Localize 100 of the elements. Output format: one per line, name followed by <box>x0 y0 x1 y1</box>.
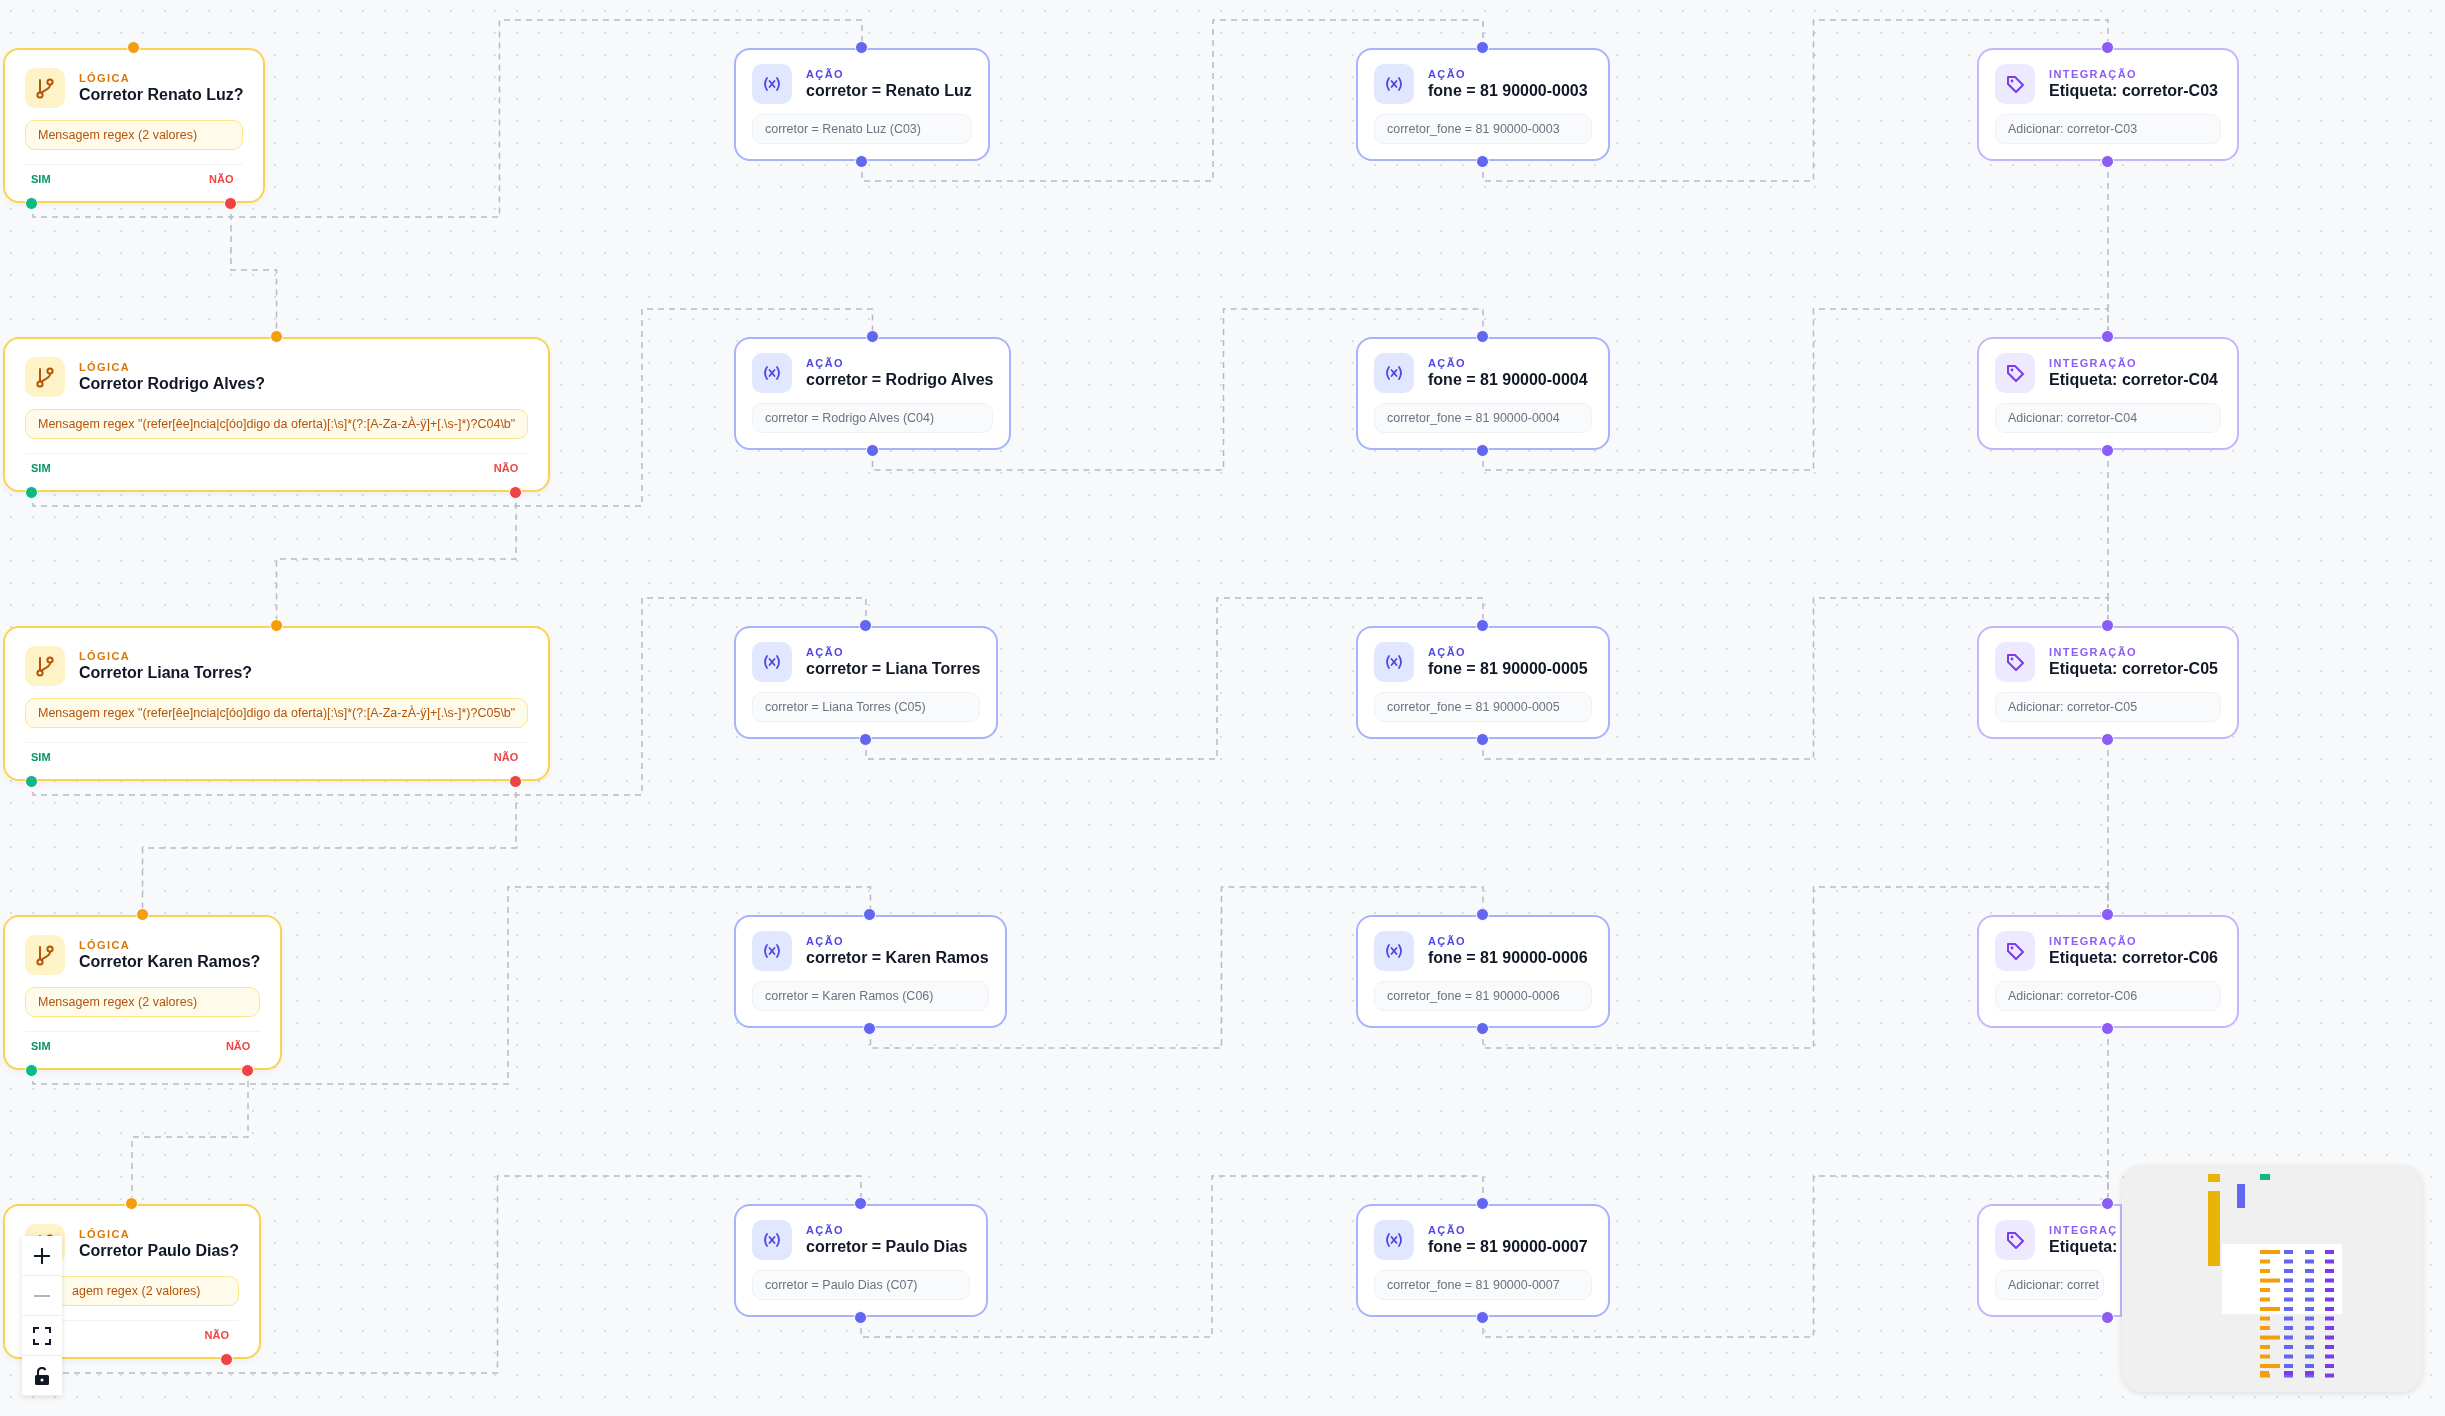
unlock-icon <box>34 1366 50 1385</box>
action-node[interactable]: AÇÃO fone = 81 90000-0003 corretor_fone = 81 90000-0003 <box>1356 48 1610 161</box>
node-category: AÇÃO <box>1428 68 1467 80</box>
node-category: AÇÃO <box>1428 357 1467 369</box>
node-title: fone = 81 90000-0004 <box>1428 371 1588 389</box>
detail-chip: Adicionar: corret <box>1995 1270 2104 1300</box>
fit-view-button[interactable] <box>22 1316 62 1356</box>
condition-chip: Mensagem regex "(refer[êe]ncia|c[óo]digo da oferta)[:\s]*(?:[A-Za-zÀ-ÿ]+[.\s-]*)?C05\b" <box>25 698 529 728</box>
node-title: Corretor Paulo Dias? <box>79 1242 240 1260</box>
condition-node[interactable]: LÓGICA Corretor Rodrigo Alves? Mensagem regex "(refer[êe]ncia|c[óo]digo da oferta)[:\s]*(?:[A-Za-zÀ-ÿ]+[.\s-]*)?C04\b" SIM NÃO <box>3 337 551 492</box>
detail-chip: corretor = Liana Torres (C05) <box>752 692 981 722</box>
detail-chip: corretor = Rodrigo Alves (C04) <box>752 403 994 433</box>
variable-icon <box>752 1220 792 1260</box>
node-title: corretor = Rodrigo Alves <box>806 371 994 389</box>
condition-node[interactable]: LÓGICA Corretor Renato Luz? Mensagem regex (2 valores) SIM NÃO <box>3 48 266 203</box>
integration-node[interactable]: INTEGRAÇÃO Etiqueta: corretor-C04 Adicionar: corretor-C04 <box>1977 337 2239 450</box>
no-label: NÃO <box>204 1329 230 1341</box>
yes-label: SIM <box>31 1040 51 1052</box>
condition-chip: Mensagem regex "(refer[êe]ncia|c[óo]digo da oferta)[:\s]*(?:[A-Za-zÀ-ÿ]+[.\s-]*)?C04\b" <box>25 409 529 439</box>
branch-icon <box>25 646 65 686</box>
condition-chip: Mensagem regex (2 valores) <box>25 120 244 150</box>
detail-chip: corretor_fone = 81 90000-0005 <box>1374 692 1592 722</box>
node-title: fone = 81 90000-0006 <box>1428 949 1588 967</box>
node-title: Etiqueta: corretor-C05 <box>2049 660 2218 678</box>
node-category: LÓGICA <box>79 72 132 84</box>
variable-icon <box>752 353 792 393</box>
variable-icon <box>1374 1220 1414 1260</box>
node-category: AÇÃO <box>1428 935 1467 947</box>
tag-icon <box>1995 353 2035 393</box>
yes-label: SIM <box>31 751 51 763</box>
node-category: LÓGICA <box>79 1228 132 1240</box>
node-title: Etiqueta: corretor-C03 <box>2049 82 2218 100</box>
action-node[interactable]: AÇÃO corretor = Karen Ramos corretor = Karen Ramos (C06) <box>734 915 1007 1028</box>
node-title: fone = 81 90000-0007 <box>1428 1238 1588 1256</box>
node-category: LÓGICA <box>79 650 132 662</box>
node-title: corretor = Paulo Dias <box>806 1238 968 1256</box>
action-node[interactable]: AÇÃO fone = 81 90000-0005 corretor_fone = 81 90000-0005 <box>1356 626 1610 739</box>
yes-label: SIM <box>31 462 51 474</box>
node-category: LÓGICA <box>79 361 132 373</box>
variable-icon <box>752 642 792 682</box>
node-category: AÇÃO <box>1428 1224 1467 1236</box>
node-title: Etiqueta: corretor-C06 <box>2049 949 2218 967</box>
fit-view-icon <box>33 1326 51 1345</box>
node-title: corretor = Karen Ramos <box>806 949 989 967</box>
node-category: LÓGICA <box>79 939 132 951</box>
integration-node[interactable]: INTEGRAÇÃO Etiqueta: corretor-C03 Adicionar: corretor-C03 <box>1977 48 2239 161</box>
action-node[interactable]: AÇÃO corretor = Paulo Dias corretor = Paulo Dias (C07) <box>734 1204 988 1317</box>
detail-chip: corretor_fone = 81 90000-0006 <box>1374 981 1592 1011</box>
detail-chip: corretor_fone = 81 90000-0003 <box>1374 114 1592 144</box>
node-category: AÇÃO <box>1428 646 1467 658</box>
variable-icon <box>1374 931 1414 971</box>
no-label: NÃO <box>225 1040 251 1052</box>
detail-chip: corretor_fone = 81 90000-0007 <box>1374 1270 1592 1300</box>
tag-icon <box>1995 642 2035 682</box>
node-category: AÇÃO <box>806 1224 845 1236</box>
minimap[interactable] <box>2122 1166 2422 1392</box>
condition-node[interactable]: LÓGICA Corretor Liana Torres? Mensagem regex "(refer[êe]ncia|c[óo]digo da oferta)[:\s]*(?:[A-Za-zÀ-ÿ]+[.\s-]*)?C05\b" SIM NÃO <box>3 626 551 781</box>
plus-icon <box>32 1245 52 1266</box>
node-title: Corretor Karen Ramos? <box>79 953 261 971</box>
integration-node[interactable]: INTEGRAÇÃO Etiqueta: corretor-C05 Adicionar: corretor-C05 <box>1977 626 2239 739</box>
action-node[interactable]: AÇÃO corretor = Liana Torres corretor = Liana Torres (C05) <box>734 626 999 739</box>
condition-chip: Mensagem regex (2 valores) <box>25 987 261 1017</box>
detail-chip: corretor = Paulo Dias (C07) <box>752 1270 970 1300</box>
detail-chip: Adicionar: corretor-C06 <box>1995 981 2221 1011</box>
lock-button[interactable] <box>22 1356 62 1396</box>
node-title: corretor = Liana Torres <box>806 660 981 678</box>
action-node[interactable]: AÇÃO fone = 81 90000-0006 corretor_fone = 81 90000-0006 <box>1356 915 1610 1028</box>
variable-icon <box>752 931 792 971</box>
node-category: INTEGRAÇÃO <box>2049 646 2138 658</box>
integration-node[interactable]: INTEGRAÇÃO Etiqueta: corretor-C06 Adicionar: corretor-C06 <box>1977 915 2239 1028</box>
action-node[interactable]: AÇÃO corretor = Renato Luz corretor = Renato Luz (C03) <box>734 48 990 161</box>
tag-icon <box>1995 1220 2035 1260</box>
node-title: fone = 81 90000-0003 <box>1428 82 1588 100</box>
no-label: NÃO <box>493 751 519 763</box>
detail-chip: corretor = Renato Luz (C03) <box>752 114 972 144</box>
no-label: NÃO <box>493 462 519 474</box>
node-category: AÇÃO <box>806 935 845 947</box>
detail-chip: corretor_fone = 81 90000-0004 <box>1374 403 1592 433</box>
variable-icon <box>1374 64 1414 104</box>
action-node[interactable]: AÇÃO corretor = Rodrigo Alves corretor = Rodrigo Alves (C04) <box>734 337 1012 450</box>
detail-chip: Adicionar: corretor-C04 <box>1995 403 2221 433</box>
node-title: Corretor Liana Torres? <box>79 664 253 682</box>
node-title: corretor = Renato Luz <box>806 82 972 100</box>
zoom-controls-menu[interactable] <box>22 1236 62 1396</box>
detail-chip: corretor = Karen Ramos (C06) <box>752 981 989 1011</box>
node-category: INTEGRAÇÃO <box>2049 68 2138 80</box>
zoom-in-button[interactable] <box>22 1236 62 1276</box>
tag-icon <box>1995 931 2035 971</box>
variable-icon <box>1374 353 1414 393</box>
node-title: Etiqueta: <box>2049 1238 2118 1256</box>
action-node[interactable]: AÇÃO fone = 81 90000-0007 corretor_fone = 81 90000-0007 <box>1356 1204 1610 1317</box>
condition-node[interactable]: LÓGICA Corretor Karen Ramos? Mensagem regex (2 valores) SIM NÃO <box>3 915 283 1070</box>
detail-chip: Adicionar: corretor-C05 <box>1995 692 2221 722</box>
node-category: AÇÃO <box>806 646 845 658</box>
integration-node[interactable]: INTEGRAÇ Etiqueta: Adicionar: corret <box>1977 1204 2122 1317</box>
yes-label: SIM <box>31 173 51 185</box>
action-node[interactable]: AÇÃO fone = 81 90000-0004 corretor_fone = 81 90000-0004 <box>1356 337 1610 450</box>
node-title: fone = 81 90000-0005 <box>1428 660 1588 678</box>
minus-icon <box>32 1293 52 1298</box>
node-category: AÇÃO <box>806 68 845 80</box>
